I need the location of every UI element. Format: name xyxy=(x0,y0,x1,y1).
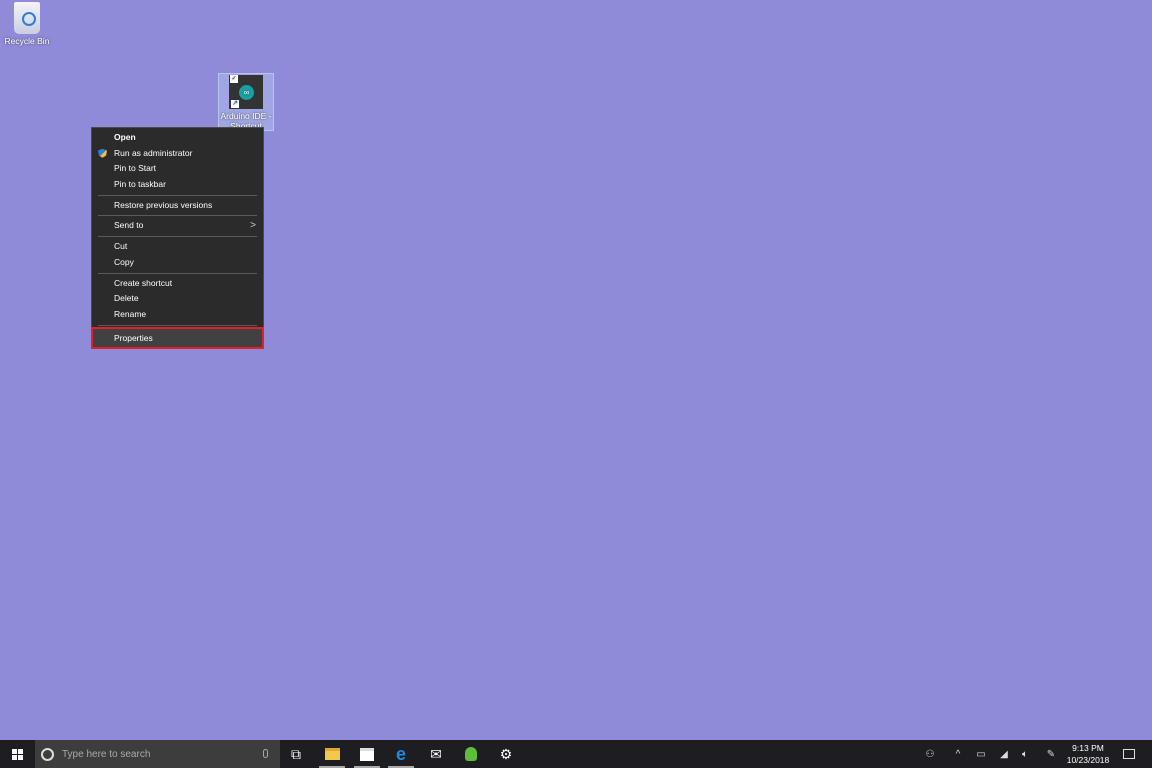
pen-workspace-icon[interactable]: ✎ xyxy=(1040,740,1062,768)
file-explorer-icon[interactable] xyxy=(315,740,349,768)
menu-item-label: Create shortcut xyxy=(114,277,173,288)
menu-separator xyxy=(98,194,257,196)
windows-logo-icon xyxy=(12,748,23,760)
chevron-right-icon: > xyxy=(250,220,256,232)
clock[interactable]: 9:13 PM 10/23/2018 xyxy=(1060,740,1116,768)
desktop-icon-recycle-bin[interactable]: Recycle Bin xyxy=(2,2,52,46)
menu-item-send-to[interactable]: Send to > xyxy=(92,218,263,234)
menu-item-rename[interactable]: Rename xyxy=(92,307,263,323)
menu-item-label: Properties xyxy=(114,332,153,343)
start-button[interactable] xyxy=(0,740,35,768)
menu-item-label: Pin to taskbar xyxy=(114,179,166,190)
menu-item-pin-to-taskbar[interactable]: Pin to taskbar xyxy=(92,177,263,193)
checkbox-icon[interactable]: ✓ xyxy=(230,75,238,83)
menu-item-label: Send to xyxy=(114,220,144,231)
menu-item-label: Delete xyxy=(114,293,139,304)
action-center-icon[interactable] xyxy=(1118,740,1140,768)
taskbar: Type here to search ⧉ e ✉ ⚙ ⚇ ^ ▭ ◢ 🔈︎ ✎… xyxy=(0,740,1152,768)
desktop-icon-arduino-ide[interactable]: ∞ ✓ ↗ Arduino IDE - Shortcut xyxy=(218,73,274,131)
menu-item-label: Copy xyxy=(114,256,134,267)
mail-icon[interactable]: ✉ xyxy=(419,740,453,768)
menu-item-pin-to-start[interactable]: Pin to Start xyxy=(92,161,263,177)
menu-item-delete[interactable]: Delete xyxy=(92,291,263,307)
search-placeholder: Type here to search xyxy=(62,748,151,760)
show-hidden-icons-chevron-up-icon[interactable]: ^ xyxy=(948,740,968,768)
people-icon[interactable]: ⚇ xyxy=(920,740,940,768)
shortcut-arrow-icon: ↗ xyxy=(231,100,239,108)
menu-separator xyxy=(98,272,257,274)
volume-icon[interactable]: 🔈︎ xyxy=(1015,740,1035,768)
microphone-icon[interactable] xyxy=(263,749,268,758)
settings-icon[interactable]: ⚙ xyxy=(489,740,523,768)
store-icon[interactable] xyxy=(350,740,384,768)
menu-item-label: Restore previous versions xyxy=(114,199,213,210)
battery-icon[interactable]: ▭ xyxy=(971,740,991,768)
menu-item-run-as-administrator[interactable]: Run as administrator xyxy=(92,146,263,162)
edge-icon[interactable]: e xyxy=(384,740,418,768)
menu-separator xyxy=(98,324,257,326)
menu-separator xyxy=(98,215,257,217)
menu-item-properties[interactable]: Properties xyxy=(91,326,264,349)
menu-item-restore-previous-versions[interactable]: Restore previous versions xyxy=(92,198,263,214)
menu-separator xyxy=(98,236,257,238)
desktop-icon-label: Recycle Bin xyxy=(4,36,50,46)
menu-item-open[interactable]: Open xyxy=(92,130,263,146)
menu-item-label: Run as administrator xyxy=(114,147,193,158)
menu-item-label: Cut xyxy=(114,241,128,252)
task-view-icon[interactable]: ⧉ xyxy=(279,740,313,768)
search-box[interactable]: Type here to search xyxy=(35,740,280,768)
menu-item-label: Pin to Start xyxy=(114,163,157,174)
menu-item-label: Open xyxy=(114,132,136,142)
menu-item-label: Rename xyxy=(114,308,147,319)
menu-item-create-shortcut[interactable]: Create shortcut xyxy=(92,276,263,292)
recycle-bin-icon xyxy=(14,2,40,34)
cortana-icon xyxy=(41,747,54,761)
android-app-icon[interactable] xyxy=(454,740,488,768)
menu-item-copy[interactable]: Copy xyxy=(92,255,263,271)
network-icon[interactable]: ◢ xyxy=(994,740,1014,768)
clock-time: 9:13 PM xyxy=(1072,743,1104,753)
menu-item-cut[interactable]: Cut xyxy=(92,239,263,255)
context-menu: Open Run as administrator Pin to Start P… xyxy=(91,127,264,349)
uac-shield-icon xyxy=(98,148,107,158)
clock-date: 10/23/2018 xyxy=(1066,755,1110,765)
